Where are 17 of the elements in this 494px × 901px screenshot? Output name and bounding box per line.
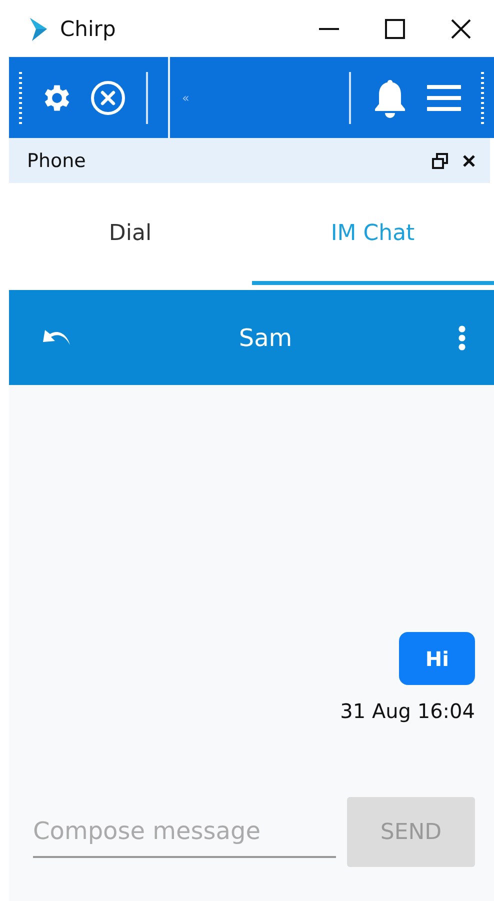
window-title: Chirp bbox=[60, 16, 117, 40]
message-bubble: Hi bbox=[399, 632, 475, 685]
restore-icon[interactable] bbox=[432, 152, 448, 168]
message-time: 31 Aug 16:04 bbox=[340, 699, 475, 723]
message-input[interactable]: Compose message bbox=[33, 806, 336, 858]
contact-name: Sam bbox=[238, 324, 294, 352]
cancel-icon[interactable] bbox=[90, 80, 126, 116]
menu-icon[interactable] bbox=[425, 84, 463, 112]
collapse-glyph[interactable]: « bbox=[182, 90, 337, 104]
app-logo-icon bbox=[28, 16, 48, 42]
tab[interactable]: IM Chat bbox=[252, 183, 494, 285]
maximize-icon[interactable] bbox=[384, 18, 406, 40]
panel-title: Phone bbox=[27, 150, 87, 172]
tab[interactable]: Dial bbox=[9, 183, 252, 285]
more-icon[interactable] bbox=[458, 324, 466, 350]
close-icon[interactable] bbox=[462, 154, 476, 168]
close-icon[interactable] bbox=[450, 18, 472, 40]
